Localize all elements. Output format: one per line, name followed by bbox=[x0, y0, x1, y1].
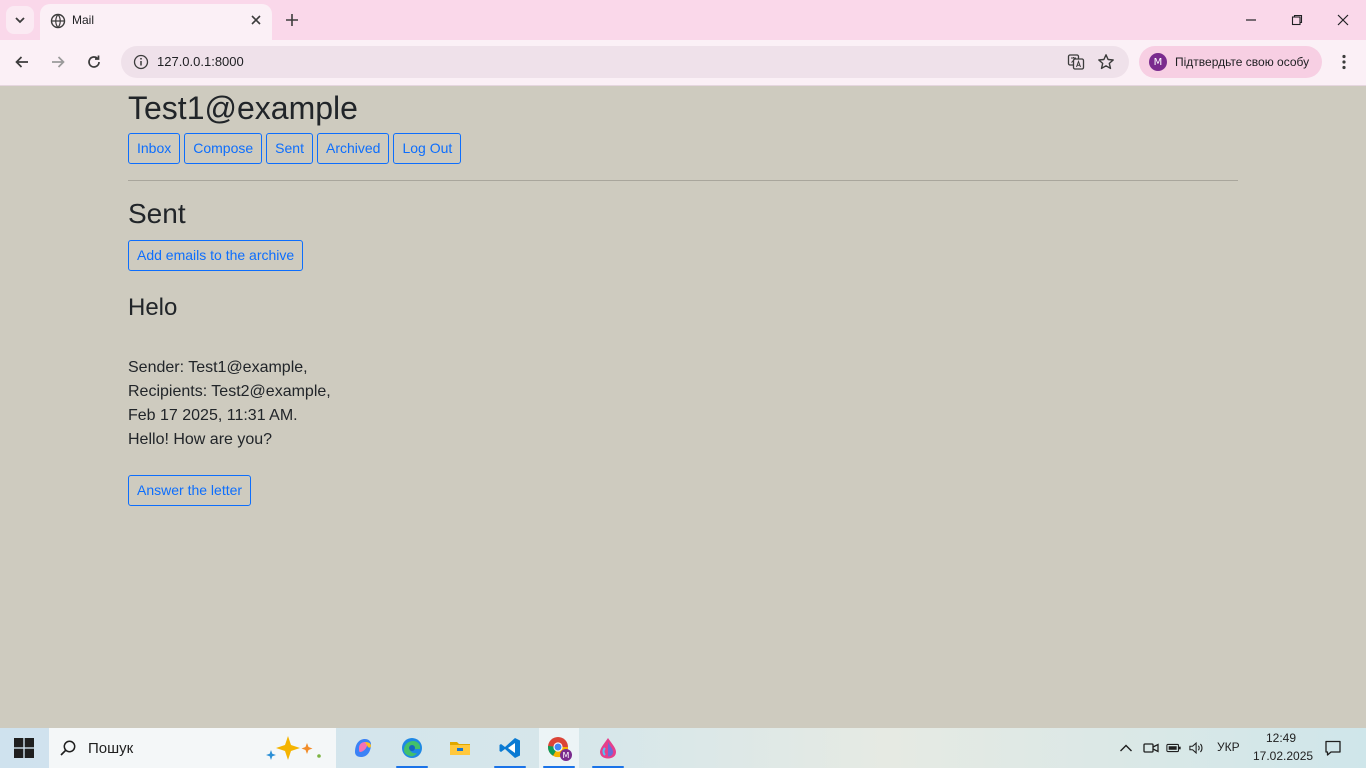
email-details: Sender: Test1@example, Recipients: Test2… bbox=[128, 356, 331, 452]
add-to-archive-button[interactable]: Add emails to the archive bbox=[128, 240, 304, 271]
mail-nav: Inbox Compose Sent Archived Log Out bbox=[128, 133, 462, 164]
address-bar[interactable]: 127.0.0.1:8000 bbox=[121, 46, 1129, 78]
tray-battery[interactable] bbox=[1166, 740, 1182, 756]
edge-icon bbox=[402, 738, 422, 758]
input-language[interactable]: УКР bbox=[1217, 740, 1240, 754]
info-icon[interactable] bbox=[133, 54, 149, 70]
email-timestamp: Feb 17 2025, 11:31 AM. bbox=[128, 407, 298, 424]
kebab-menu-icon bbox=[1342, 54, 1346, 70]
chevron-up-icon bbox=[1120, 744, 1132, 752]
clock-date[interactable]: 17.02.2025 bbox=[1253, 749, 1313, 763]
windows-start-icon[interactable] bbox=[14, 738, 34, 758]
divider bbox=[128, 180, 1238, 181]
email-body: Hello! How are you? bbox=[128, 431, 273, 448]
taskbar-chrome[interactable]: M bbox=[539, 728, 579, 768]
page-title: Test1@example bbox=[128, 90, 358, 126]
answer-letter-button[interactable]: Answer the letter bbox=[128, 475, 252, 506]
taskbar-paint-app[interactable] bbox=[588, 728, 628, 768]
minimize-button[interactable] bbox=[1241, 10, 1261, 30]
search-placeholder: Пошук bbox=[88, 740, 134, 757]
close-icon bbox=[1337, 14, 1349, 26]
camera-icon bbox=[1143, 743, 1159, 753]
inbox-button[interactable]: Inbox bbox=[128, 133, 181, 164]
tray-overflow-button[interactable] bbox=[1118, 740, 1134, 756]
section-title: Sent bbox=[128, 198, 186, 229]
profile-chip[interactable]: M Підтвердьте свою особу bbox=[1139, 46, 1322, 78]
globe-icon bbox=[50, 13, 66, 29]
taskbar-vscode[interactable] bbox=[490, 728, 530, 768]
speaker-icon bbox=[1189, 741, 1203, 755]
avatar: M bbox=[1149, 53, 1167, 71]
search-icon bbox=[60, 740, 76, 756]
browser-tab-mail[interactable]: Mail bbox=[40, 4, 272, 40]
browser-toolbar: 127.0.0.1:8000 M Підтвердьте свою особу bbox=[0, 40, 1366, 86]
window-close-button[interactable] bbox=[1333, 10, 1353, 30]
compose-button[interactable]: Compose bbox=[184, 133, 263, 164]
sparkle-icon bbox=[266, 736, 321, 760]
restore-button[interactable] bbox=[1287, 10, 1307, 30]
chevron-down-icon bbox=[15, 17, 25, 24]
sent-button[interactable]: Sent bbox=[266, 133, 313, 164]
archived-button[interactable]: Archived bbox=[316, 133, 390, 164]
taskbar-search-box[interactable]: Пошук bbox=[49, 728, 336, 768]
arrow-right-icon bbox=[52, 56, 65, 68]
back-button[interactable] bbox=[12, 52, 32, 72]
arrow-left-icon bbox=[15, 56, 28, 68]
minimize-icon bbox=[1246, 19, 1256, 21]
forward-button[interactable] bbox=[48, 52, 68, 72]
bookmark-star-icon[interactable] bbox=[1097, 53, 1115, 71]
vscode-icon bbox=[499, 738, 520, 758]
translate-icon[interactable] bbox=[1067, 53, 1085, 71]
taskbar-file-explorer[interactable] bbox=[440, 728, 480, 768]
tab-search-button[interactable] bbox=[6, 6, 34, 34]
windows-taskbar: Пошук M УКР 12:49 17.02.2025 bbox=[0, 728, 1366, 768]
copilot-icon bbox=[355, 739, 371, 757]
new-tab-plus-icon[interactable] bbox=[282, 10, 302, 30]
url-text[interactable]: 127.0.0.1:8000 bbox=[157, 54, 244, 69]
reload-icon bbox=[88, 55, 100, 68]
chrome-icon: M bbox=[547, 737, 572, 761]
logout-button[interactable]: Log Out bbox=[393, 133, 462, 164]
restore-icon bbox=[1291, 14, 1303, 26]
tray-meet-now[interactable] bbox=[1143, 740, 1159, 756]
notification-icon[interactable] bbox=[1324, 739, 1342, 757]
email-sender: Sender: Test1@example, bbox=[128, 359, 308, 376]
browser-menu-button[interactable] bbox=[1334, 52, 1354, 72]
reload-button[interactable] bbox=[84, 52, 104, 72]
chrome-profile-badge: M bbox=[563, 751, 570, 760]
tray-volume[interactable] bbox=[1189, 740, 1205, 756]
paint-drop-icon bbox=[600, 738, 616, 759]
close-icon[interactable] bbox=[248, 12, 264, 28]
tab-title: Mail bbox=[72, 13, 95, 27]
profile-verify-text: Підтвердьте свою особу bbox=[1175, 55, 1310, 69]
battery-icon bbox=[1166, 743, 1181, 753]
taskbar-copilot[interactable] bbox=[343, 728, 383, 768]
browser-tabbar: Mail bbox=[0, 0, 1366, 40]
email-recipients: Recipients: Test2@example, bbox=[128, 383, 331, 400]
clock-time[interactable]: 12:49 bbox=[1266, 731, 1296, 745]
taskbar-edge[interactable] bbox=[392, 728, 432, 768]
email-subject: Helo bbox=[128, 294, 178, 321]
folder-icon bbox=[450, 742, 470, 755]
